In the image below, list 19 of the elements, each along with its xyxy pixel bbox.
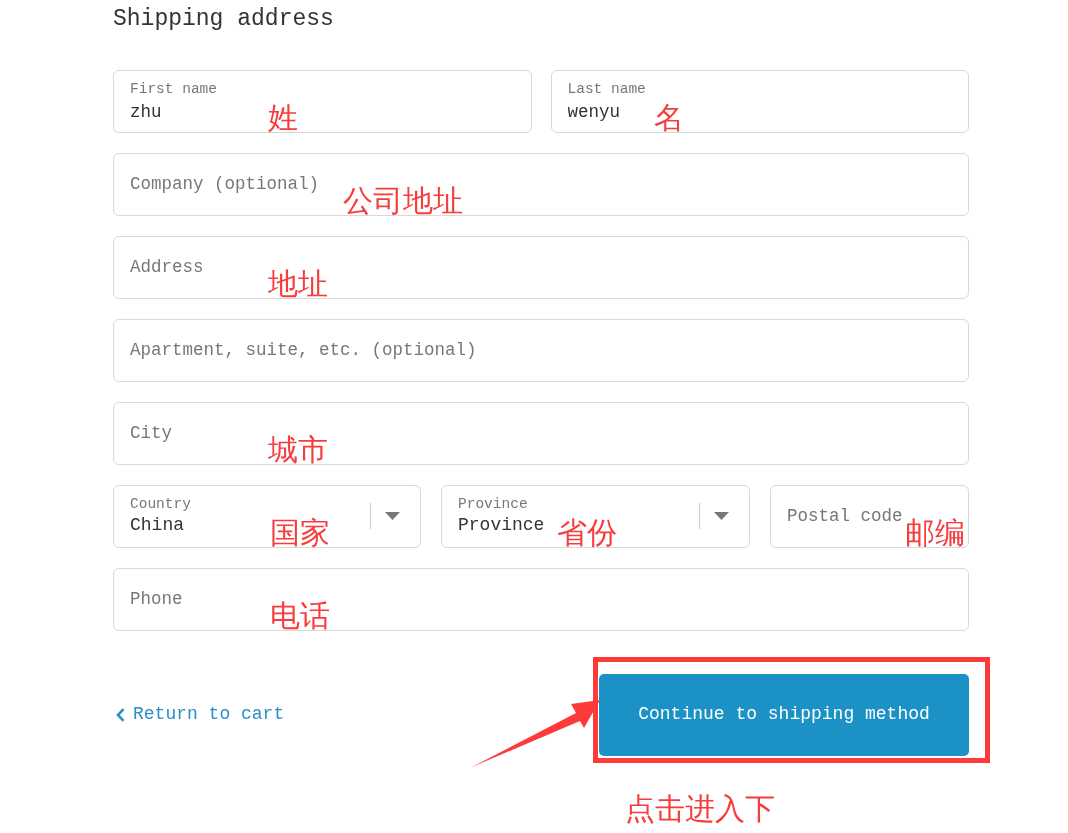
annotation-label: 姓 [268, 100, 298, 134]
continue-button[interactable]: Continue to shipping method [599, 673, 969, 756]
annotation-label: 国家 [270, 515, 330, 549]
section-heading: Shipping address [113, 5, 334, 34]
chevron-left-icon [116, 707, 125, 722]
field-label: Last name [567, 79, 646, 98]
annotation-label: 名 [653, 100, 684, 134]
annotation-label: 邮编 [905, 515, 965, 549]
input-field[interactable]: Apartment, suite, etc. (optional) [113, 318, 969, 382]
caret-icon [385, 512, 400, 521]
annotation-label: 城市 [268, 432, 328, 466]
annotation-label: 电话 [270, 598, 330, 632]
annotation-label: 地址 [268, 266, 328, 300]
caret-icon [714, 512, 729, 521]
return-link[interactable]: Return to cart [113, 701, 285, 729]
annotation-label: 公司地址 [343, 183, 463, 217]
field-label: First name [130, 79, 217, 98]
annotation-label: 点击进入下 [625, 791, 775, 825]
annotation-label: 省份 [557, 515, 617, 549]
